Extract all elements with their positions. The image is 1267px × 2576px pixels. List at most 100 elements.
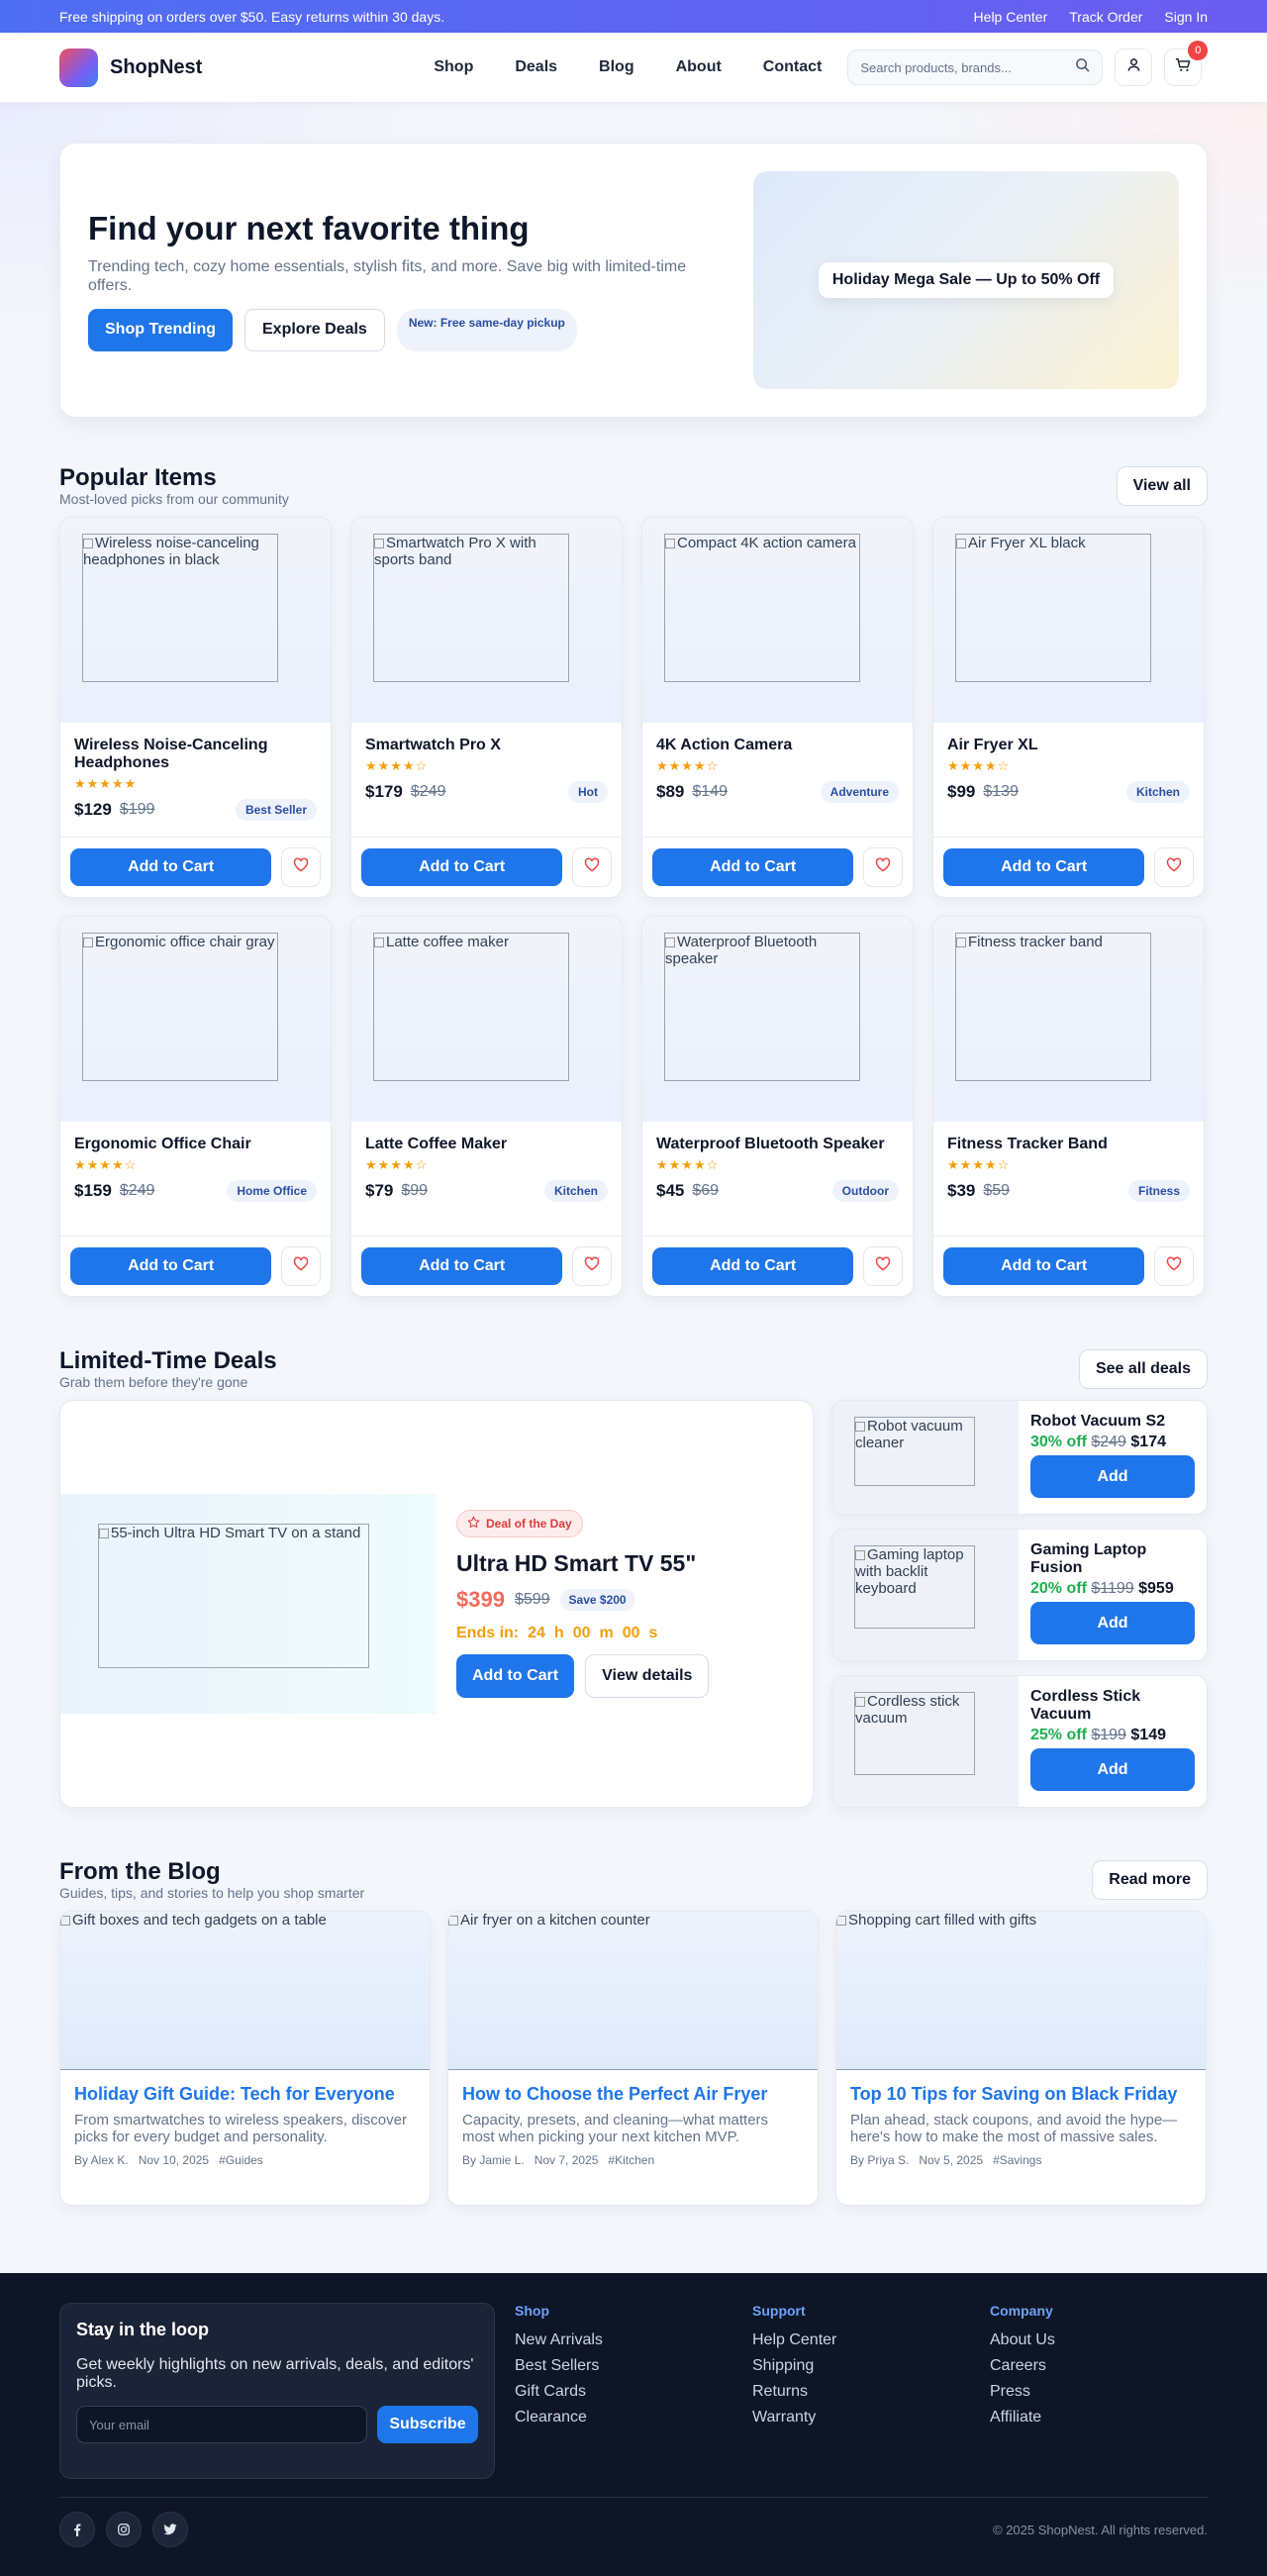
product-name[interactable]: Waterproof Bluetooth Speaker <box>656 1136 899 1153</box>
product-image[interactable]: Wireless noise-canceling headphones in b… <box>82 534 278 682</box>
blog-post-title[interactable]: Top 10 Tips for Saving on Black Friday <box>850 2084 1192 2105</box>
explore-deals-button[interactable]: Explore Deals <box>244 308 385 351</box>
wishlist-button[interactable] <box>863 847 903 887</box>
track-order-link[interactable]: Track Order <box>1069 9 1142 25</box>
view-all-button[interactable]: View all <box>1116 466 1208 506</box>
footer-link-returns[interactable]: Returns <box>752 2379 836 2405</box>
mini-deal-image[interactable]: Gaming laptop with backlit keyboard <box>854 1545 975 1629</box>
footer-link-about-us[interactable]: About Us <box>990 2328 1055 2353</box>
product-name[interactable]: Latte Coffee Maker <box>365 1136 608 1153</box>
product-card[interactable]: Smartwatch Pro X with sports band Smartw… <box>350 517 623 898</box>
product-image[interactable]: Smartwatch Pro X with sports band <box>373 534 569 682</box>
product-image[interactable]: Ergonomic office chair gray <box>82 933 278 1081</box>
footer-link-new-arrivals[interactable]: New Arrivals <box>515 2328 603 2353</box>
wishlist-button[interactable] <box>572 847 612 887</box>
product-name[interactable]: 4K Action Camera <box>656 737 899 754</box>
footer-link-warranty[interactable]: Warranty <box>752 2405 836 2430</box>
footer-link-help-center[interactable]: Help Center <box>752 2328 836 2353</box>
mini-add-button[interactable]: Add <box>1030 1455 1195 1498</box>
search-input[interactable] <box>860 59 1076 75</box>
add-to-cart-button[interactable]: Add to Cart <box>943 848 1145 886</box>
wishlist-button[interactable] <box>863 1246 903 1286</box>
product-card[interactable]: Waterproof Bluetooth speaker Waterproof … <box>641 916 914 1297</box>
product-image[interactable]: Fitness tracker band <box>955 933 1151 1081</box>
product-card[interactable]: Ergonomic office chair gray Ergonomic Of… <box>59 916 332 1297</box>
wishlist-button[interactable] <box>281 847 321 887</box>
post-tag[interactable]: #Guides <box>219 2153 263 2167</box>
blog-post-image[interactable]: Gift boxes and tech gadgets on a table <box>60 1912 430 2070</box>
newsletter-email-input[interactable] <box>76 2406 367 2443</box>
mini-deal-card[interactable]: Robot vacuum cleaner Robot Vacuum S2 30%… <box>831 1400 1208 1515</box>
nav-contact[interactable]: Contact <box>763 58 823 76</box>
deal-image[interactable]: 55-inch Ultra HD Smart TV on a stand <box>98 1524 369 1668</box>
subscribe-button[interactable]: Subscribe <box>377 2406 478 2443</box>
footer-link-careers[interactable]: Careers <box>990 2353 1055 2379</box>
product-card[interactable]: Wireless noise-canceling headphones in b… <box>59 517 332 898</box>
wishlist-button[interactable] <box>572 1246 612 1286</box>
blog-post-title[interactable]: How to Choose the Perfect Air Fryer <box>462 2084 804 2105</box>
wishlist-button[interactable] <box>1154 847 1194 887</box>
search-icon[interactable] <box>1075 57 1090 77</box>
mini-deal-card[interactable]: Cordless stick vacuum Cordless Stick Vac… <box>831 1675 1208 1808</box>
nav-shop[interactable]: Shop <box>434 58 473 76</box>
post-tag[interactable]: #Savings <box>993 2153 1041 2167</box>
wishlist-button[interactable] <box>281 1246 321 1286</box>
product-name[interactable]: Wireless Noise-Canceling Headphones <box>74 737 317 772</box>
nav-about[interactable]: About <box>676 58 722 76</box>
brand[interactable]: ShopNest <box>59 48 202 87</box>
product-name[interactable]: Fitness Tracker Band <box>947 1136 1190 1153</box>
footer-link-gift-cards[interactable]: Gift Cards <box>515 2379 603 2405</box>
instagram-icon[interactable] <box>106 2512 142 2547</box>
product-image[interactable]: Waterproof Bluetooth speaker <box>664 933 860 1081</box>
add-to-cart-button[interactable]: Add to Cart <box>652 848 854 886</box>
blog-post-card[interactable]: Shopping cart filled with gifts Top 10 T… <box>835 1911 1207 2206</box>
mini-deal-name[interactable]: Cordless Stick Vacuum <box>1030 1688 1195 1724</box>
sign-in-link[interactable]: Sign In <box>1164 9 1208 25</box>
footer-link-press[interactable]: Press <box>990 2379 1055 2405</box>
footer-link-clearance[interactable]: Clearance <box>515 2405 603 2430</box>
footer-link-affiliate[interactable]: Affiliate <box>990 2405 1055 2430</box>
help-center-link[interactable]: Help Center <box>974 9 1048 25</box>
footer-link-best-sellers[interactable]: Best Sellers <box>515 2353 603 2379</box>
nav-deals[interactable]: Deals <box>515 58 557 76</box>
product-card[interactable]: Latte coffee maker Latte Coffee Maker ★★★… <box>350 916 623 1297</box>
blog-post-image[interactable]: Shopping cart filled with gifts <box>836 1912 1206 2070</box>
mini-deal-name[interactable]: Robot Vacuum S2 <box>1030 1413 1195 1431</box>
add-to-cart-button[interactable]: Add to Cart <box>70 1247 272 1285</box>
account-button[interactable] <box>1115 49 1153 86</box>
wishlist-button[interactable] <box>1154 1246 1194 1286</box>
deal-add-to-cart-button[interactable]: Add to Cart <box>456 1654 575 1698</box>
twitter-icon[interactable] <box>152 2512 188 2547</box>
hero-banner[interactable]: Holiday Mega Sale — Up to 50% Off <box>753 171 1179 389</box>
read-more-button[interactable]: Read more <box>1092 1860 1208 1900</box>
mini-add-button[interactable]: Add <box>1030 1602 1195 1644</box>
product-name[interactable]: Ergonomic Office Chair <box>74 1136 317 1153</box>
mini-add-button[interactable]: Add <box>1030 1748 1195 1791</box>
see-all-deals-button[interactable]: See all deals <box>1078 1349 1208 1389</box>
add-to-cart-button[interactable]: Add to Cart <box>361 848 563 886</box>
facebook-icon[interactable] <box>59 2512 95 2547</box>
product-image[interactable]: Latte coffee maker <box>373 933 569 1081</box>
product-name[interactable]: Air Fryer XL <box>947 737 1190 754</box>
product-card[interactable]: Compact 4K action camera 4K Action Camer… <box>641 517 914 898</box>
product-card[interactable]: Air Fryer XL black Air Fryer XL ★★★★☆ $99 $… <box>932 517 1205 898</box>
product-card[interactable]: Fitness tracker band Fitness Tracker Ban… <box>932 916 1205 1297</box>
mini-deal-image[interactable]: Robot vacuum cleaner <box>854 1417 975 1486</box>
product-name[interactable]: Smartwatch Pro X <box>365 737 608 754</box>
mini-deal-image[interactable]: Cordless stick vacuum <box>854 1692 975 1775</box>
cart-button[interactable]: 0 <box>1164 41 1209 86</box>
view-details-button[interactable]: View details <box>585 1654 710 1698</box>
product-image[interactable]: Compact 4K action camera <box>664 534 860 682</box>
product-image[interactable]: Air Fryer XL black <box>955 534 1151 682</box>
add-to-cart-button[interactable]: Add to Cart <box>652 1247 854 1285</box>
blog-post-image[interactable]: Air fryer on a kitchen counter <box>448 1912 818 2070</box>
add-to-cart-button[interactable]: Add to Cart <box>361 1247 563 1285</box>
add-to-cart-button[interactable]: Add to Cart <box>70 848 272 886</box>
nav-blog[interactable]: Blog <box>599 58 634 76</box>
shop-trending-button[interactable]: Shop Trending <box>88 308 233 351</box>
blog-post-title[interactable]: Holiday Gift Guide: Tech for Everyone <box>74 2084 416 2105</box>
mini-deal-card[interactable]: Gaming laptop with backlit keyboard Gami… <box>831 1529 1208 1661</box>
post-tag[interactable]: #Kitchen <box>608 2153 654 2167</box>
deal-title[interactable]: Ultra HD Smart TV 55" <box>456 1550 709 1577</box>
blog-post-card[interactable]: Air fryer on a kitchen counter How to Ch… <box>447 1911 819 2206</box>
